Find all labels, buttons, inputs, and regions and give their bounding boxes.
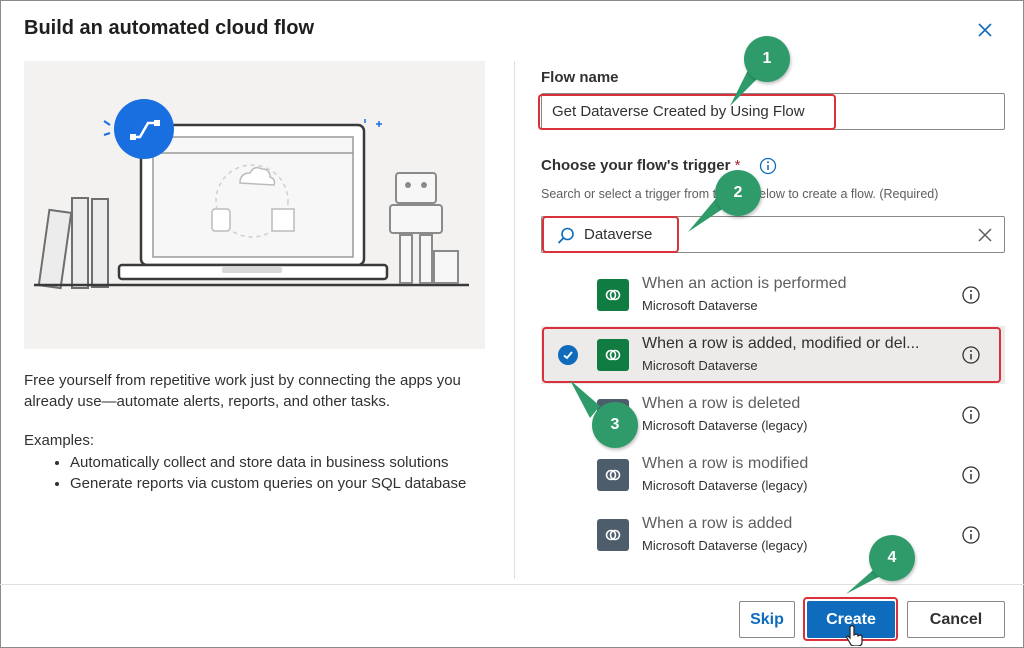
cancel-button[interactable]: Cancel [907, 601, 1005, 638]
examples-list: Automatically collect and store data in … [24, 452, 494, 494]
info-icon[interactable] [961, 345, 981, 365]
trigger-subtitle: Microsoft Dataverse [642, 358, 758, 373]
trigger-subtitle: Microsoft Dataverse [642, 298, 758, 313]
trigger-subtitle: Microsoft Dataverse (legacy) [642, 418, 808, 433]
callout-3: 3 [592, 402, 638, 448]
flow-name-field-box [541, 93, 1005, 130]
callout-1: 1 [744, 36, 790, 82]
dataverse-icon [597, 339, 629, 371]
trigger-title: When a row is modified [642, 455, 809, 472]
dataverse-icon [597, 279, 629, 311]
trigger-title: When an action is performed [642, 275, 847, 292]
column-divider [514, 61, 515, 579]
dialog-title: Build an automated cloud flow [24, 17, 314, 39]
close-icon[interactable] [974, 19, 996, 41]
info-icon[interactable] [961, 465, 981, 485]
info-icon[interactable] [961, 405, 981, 425]
callout-2: 2 [715, 170, 761, 216]
example-item: Generate reports via custom queries on y… [70, 473, 494, 494]
info-icon[interactable] [759, 157, 777, 175]
hand-cursor-icon [846, 625, 863, 646]
trigger-option[interactable]: When a row is modified Microsoft Dataver… [541, 446, 1005, 504]
flow-name-label: Flow name [541, 69, 619, 86]
example-item: Automatically collect and store data in … [70, 452, 494, 473]
trigger-title: When a row is deleted [642, 395, 801, 412]
search-icon [557, 227, 574, 244]
trigger-title: When a row is added, modified or del... [642, 335, 920, 352]
trigger-option-selected[interactable]: When a row is added, modified or del... … [541, 326, 1005, 384]
trigger-title: When a row is added [642, 515, 793, 532]
trigger-search-box [541, 216, 1005, 253]
info-icon[interactable] [961, 525, 981, 545]
examples-title: Examples: [24, 432, 95, 449]
dataverse-legacy-icon [597, 459, 629, 491]
trigger-subtitle: Microsoft Dataverse (legacy) [642, 478, 808, 493]
trigger-search-input[interactable] [582, 217, 962, 252]
trigger-label-text: Choose your flow's trigger [541, 157, 731, 174]
callout-4: 4 [869, 535, 915, 581]
footer-divider [0, 584, 1024, 585]
trigger-subtitle: Microsoft Dataverse (legacy) [642, 538, 808, 553]
clear-search-icon[interactable] [976, 226, 994, 244]
checkmark-icon [558, 345, 578, 365]
description: Free yourself from repetitive work just … [24, 372, 461, 410]
trigger-option[interactable]: When a row is added Microsoft Dataverse … [541, 506, 1005, 564]
illustration [24, 61, 485, 349]
info-icon[interactable] [961, 285, 981, 305]
skip-button[interactable]: Skip [739, 601, 795, 638]
trigger-option[interactable]: When an action is performed Microsoft Da… [541, 266, 1005, 324]
trigger-label: Choose your flow's trigger * [541, 157, 740, 174]
flow-name-input[interactable] [542, 94, 1004, 129]
dataverse-legacy-icon [597, 519, 629, 551]
